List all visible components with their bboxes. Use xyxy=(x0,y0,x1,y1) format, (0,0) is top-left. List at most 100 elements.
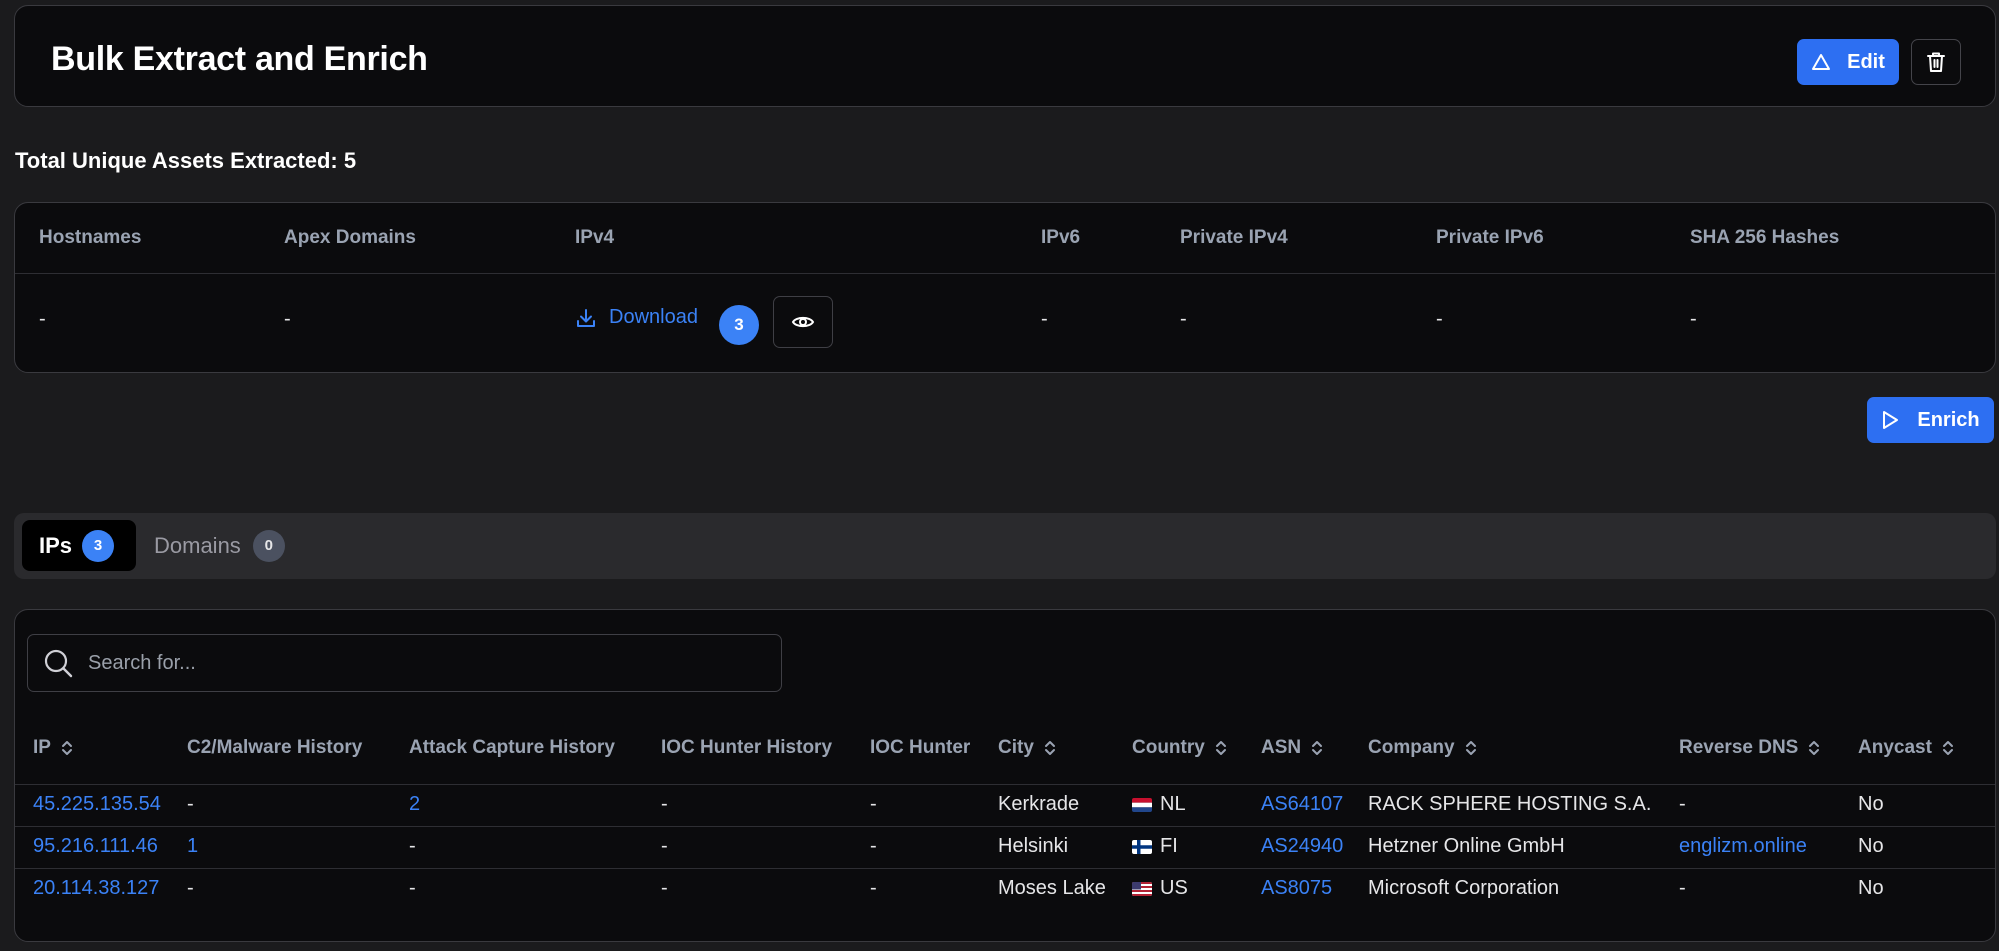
sha256-value: - xyxy=(1690,308,1697,330)
row-attack-value: - xyxy=(409,877,416,899)
row-asn-link[interactable]: AS8075 xyxy=(1261,877,1332,900)
row-ioc-history-value: - xyxy=(661,835,668,857)
row-rdns-link[interactable]: englizm.online xyxy=(1679,835,1807,858)
col-ioc-hunter-history: IOC Hunter History xyxy=(661,737,833,758)
row-attack-value: - xyxy=(409,835,416,857)
triangle-icon xyxy=(1812,54,1831,70)
tab-domains[interactable]: Domains 0 xyxy=(154,520,285,571)
col-anycast[interactable]: Anycast xyxy=(1858,737,1954,759)
col-ip[interactable]: IP xyxy=(33,737,73,759)
row-asn-link[interactable]: AS64107 xyxy=(1261,793,1343,816)
divider xyxy=(15,868,1995,869)
col-company[interactable]: Company xyxy=(1368,737,1477,759)
col-ipv6: IPv6 xyxy=(1041,227,1081,248)
sort-icon xyxy=(61,741,72,755)
extract-table: Hostnames Apex Domains IPv4 IPv6 Private… xyxy=(14,202,1996,373)
col-asn[interactable]: ASN xyxy=(1261,737,1323,759)
search-field[interactable] xyxy=(27,634,782,692)
row-country-code: US xyxy=(1160,877,1188,899)
col-private-ipv6: Private IPv6 xyxy=(1436,227,1544,248)
page-title: Bulk Extract and Enrich xyxy=(51,40,428,78)
row-ioc-hunter-value: - xyxy=(870,835,877,857)
private-ipv4-value: - xyxy=(1180,308,1187,330)
col-apex-domains: Apex Domains xyxy=(284,227,416,248)
play-icon xyxy=(1883,411,1899,429)
row-c2-value: - xyxy=(187,877,194,899)
row-company-value: Hetzner Online GmbH xyxy=(1368,835,1565,857)
row-ip-link[interactable]: 20.114.38.127 xyxy=(33,877,159,900)
total-assets-label: Total Unique Assets Extracted: 5 xyxy=(15,148,357,173)
col-c2-malware-history: C2/Malware History xyxy=(187,737,363,758)
col-country-label: Country xyxy=(1132,737,1205,758)
view-ipv4-button[interactable] xyxy=(773,296,833,348)
row-asn-link[interactable]: AS24940 xyxy=(1261,835,1343,858)
col-company-label: Company xyxy=(1368,737,1455,758)
hostnames-value: - xyxy=(39,308,46,330)
row-company-value: RACK SPHERE HOSTING S.A. xyxy=(1368,793,1652,815)
divider xyxy=(15,826,1995,827)
row-city-value: Kerkrade xyxy=(998,793,1080,815)
tab-ips-count: 3 xyxy=(82,529,115,562)
row-ioc-history-value: - xyxy=(661,793,668,815)
row-company-value: Microsoft Corporation xyxy=(1368,877,1560,899)
col-country[interactable]: Country xyxy=(1132,737,1227,759)
col-ip-label: IP xyxy=(33,737,51,758)
sort-icon xyxy=(1312,741,1323,755)
search-input[interactable] xyxy=(88,651,748,675)
enrich-label: Enrich xyxy=(1917,408,1980,431)
flag-nl-icon xyxy=(1132,797,1152,812)
eye-icon xyxy=(791,316,815,328)
sort-icon xyxy=(1942,741,1953,755)
delete-button[interactable] xyxy=(1911,39,1961,85)
results-tabs: IPs 3 Domains 0 xyxy=(14,513,1996,579)
tab-ips[interactable]: IPs 3 xyxy=(22,520,136,571)
row-anycast-value: No xyxy=(1858,835,1884,857)
edit-label: Edit xyxy=(1847,50,1885,73)
edit-button[interactable]: Edit xyxy=(1797,39,1899,85)
row-ioc-history-value: - xyxy=(661,877,668,899)
row-country: FI xyxy=(1132,835,1178,858)
col-city-label: City xyxy=(998,737,1034,758)
ipv6-value: - xyxy=(1041,308,1048,330)
col-reverse-dns-label: Reverse DNS xyxy=(1679,737,1799,758)
col-anycast-label: Anycast xyxy=(1858,737,1932,758)
row-c2-value: - xyxy=(187,793,194,815)
search-icon xyxy=(44,649,73,678)
col-ipv4: IPv4 xyxy=(575,227,615,248)
row-country: NL xyxy=(1132,793,1186,816)
col-attack-capture-history: Attack Capture History xyxy=(409,737,615,758)
flag-fi-icon xyxy=(1132,839,1152,854)
col-private-ipv4: Private IPv4 xyxy=(1180,227,1288,248)
row-city-value: Helsinki xyxy=(998,835,1069,857)
ipv4-download-link[interactable]: Download xyxy=(575,306,698,329)
sort-icon xyxy=(1465,741,1476,755)
divider xyxy=(15,784,1995,785)
col-city[interactable]: City xyxy=(998,737,1056,759)
private-ipv6-value: - xyxy=(1436,308,1443,330)
sort-icon xyxy=(1809,741,1820,755)
download-label: Download xyxy=(609,306,698,328)
page-header: Bulk Extract and Enrich Edit xyxy=(14,5,1996,107)
row-ip-link[interactable]: 95.216.111.46 xyxy=(33,835,158,858)
tab-domains-count: 0 xyxy=(252,529,285,562)
col-ioc-hunter: IOC Hunter xyxy=(870,737,971,758)
row-rdns-value: - xyxy=(1679,793,1686,815)
download-icon xyxy=(577,308,595,327)
row-city-value: Moses Lake xyxy=(998,877,1106,899)
row-c2-link[interactable]: 1 xyxy=(187,835,198,858)
flag-us-icon xyxy=(1132,881,1152,896)
row-ioc-hunter-value: - xyxy=(870,793,877,815)
row-ioc-hunter-value: - xyxy=(870,877,877,899)
sort-icon xyxy=(1215,741,1226,755)
col-asn-label: ASN xyxy=(1261,737,1302,758)
col-reverse-dns[interactable]: Reverse DNS xyxy=(1679,737,1820,759)
row-anycast-value: No xyxy=(1858,793,1884,815)
ipv4-count-badge: 3 xyxy=(719,305,759,345)
row-country: US xyxy=(1132,877,1188,900)
divider xyxy=(15,273,1995,274)
row-attack-link[interactable]: 2 xyxy=(409,793,420,816)
enrich-button[interactable]: Enrich xyxy=(1867,397,1994,443)
row-ip-link[interactable]: 45.225.135.54 xyxy=(33,793,161,816)
row-rdns-value: - xyxy=(1679,877,1686,899)
tab-ips-label: IPs xyxy=(39,532,73,558)
